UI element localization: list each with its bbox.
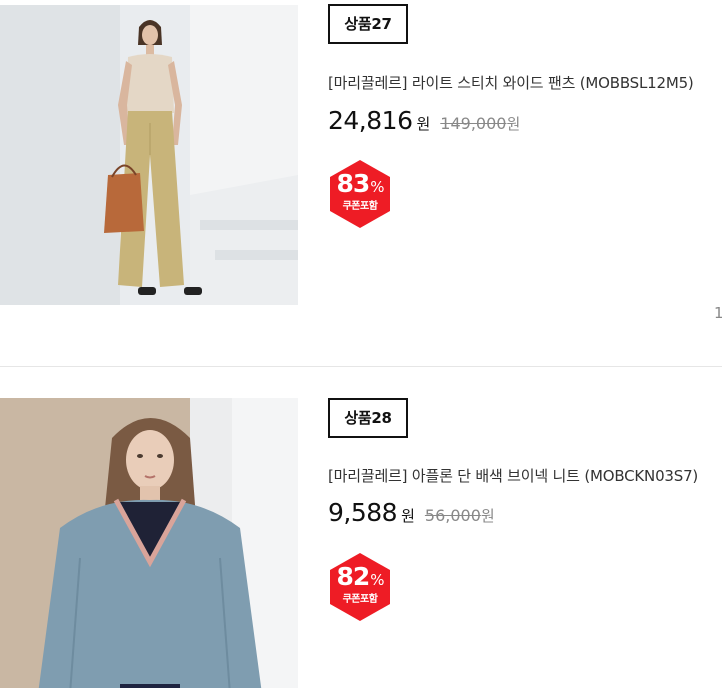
price-row: 9,588 원 56,000원 (328, 498, 495, 527)
discount-note: 쿠폰포함 (342, 201, 378, 212)
product-name[interactable]: [마리끌레르] 아플론 단 배색 브이넥 니트 (MOBCKN03S7) (328, 465, 698, 486)
discount-note: 쿠폰포함 (342, 594, 378, 605)
discount-percent: 83% (336, 169, 384, 198)
divider (0, 366, 722, 367)
discount-badge: 83% 쿠폰포함 (328, 159, 392, 229)
product-number-tag: 상품28 (328, 398, 408, 438)
sale-price: 24,816 (328, 106, 413, 135)
original-price: 149,000 (440, 114, 507, 133)
side-indicator: 1 (714, 304, 722, 322)
product-image[interactable] (0, 5, 298, 305)
product-list: 상품27 [마리끌레르] 라이트 스티치 와이드 팬츠 (MOBBSL12M5)… (0, 0, 722, 688)
original-currency-label: 원 (506, 115, 521, 133)
product-number-tag: 상품27 (328, 4, 408, 44)
product-card[interactable]: 상품27 [마리끌레르] 라이트 스티치 와이드 팬츠 (MOBBSL12M5)… (0, 0, 722, 320)
model-wide-pants-photo (0, 5, 298, 305)
sale-price: 9,588 (328, 498, 398, 527)
currency-label: 원 (416, 115, 431, 133)
currency-label: 원 (401, 507, 415, 525)
original-currency-label: 원 (480, 507, 495, 525)
discount-badge: 82% 쿠폰포함 (328, 552, 392, 622)
model-vneck-knit-photo (0, 398, 298, 688)
product-card[interactable]: 상품28 [마리끌레르] 아플론 단 배색 브이넥 니트 (MOBCKN03S7… (0, 392, 722, 688)
discount-percent: 82% (336, 562, 384, 591)
original-price: 56,000 (424, 506, 481, 525)
product-name[interactable]: [마리끌레르] 라이트 스티치 와이드 팬츠 (MOBBSL12M5) (328, 72, 694, 93)
price-row: 24,816 원 149,000원 (328, 106, 520, 135)
product-image[interactable] (0, 398, 298, 688)
